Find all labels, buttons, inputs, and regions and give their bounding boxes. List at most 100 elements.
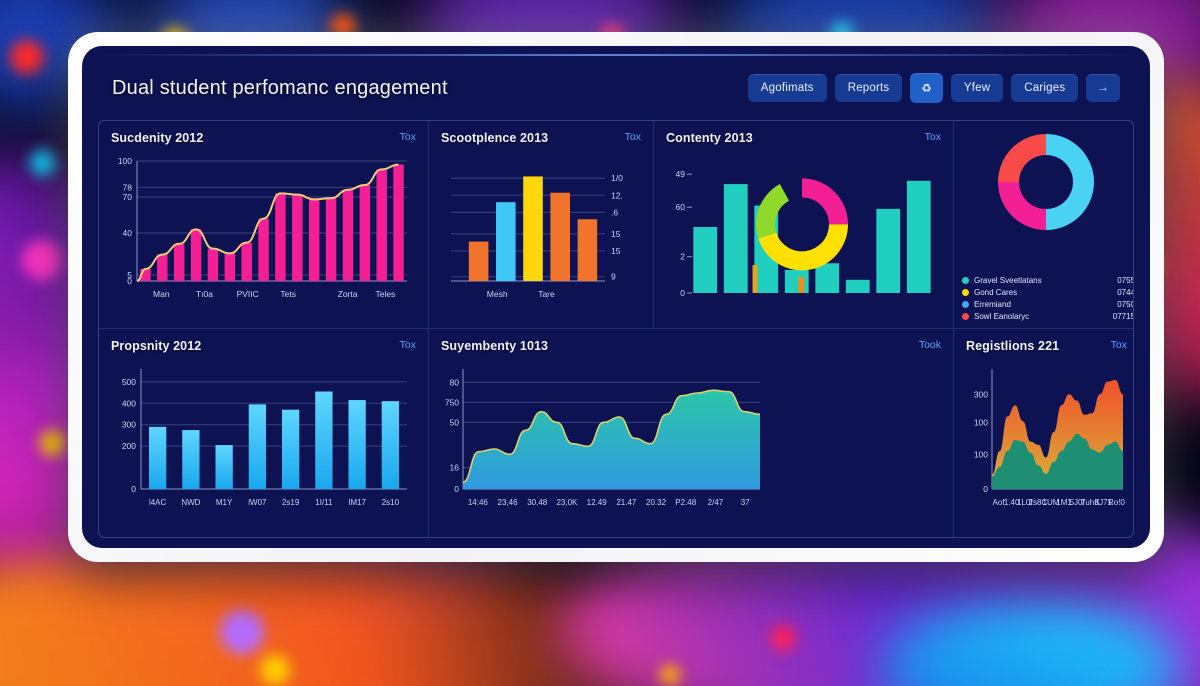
agofimats-button[interactable]: Agofimats	[747, 74, 827, 102]
axis-tick-label: 40	[123, 228, 133, 238]
panel-scootplence-2013: Scootplence 2013 Tox 1/0 12. .6 15 15 9 Mesh Ta…	[429, 121, 654, 329]
bar	[381, 401, 400, 489]
list-item[interactable]: Gond Cares 0744	[962, 288, 1134, 297]
panel-link[interactable]: Took	[919, 339, 941, 351]
panel-link[interactable]: Tox	[925, 131, 941, 143]
legend-label: Gond Cares	[974, 288, 1018, 297]
axis-tick-label: 0	[131, 484, 136, 494]
axis-tick-label: M1Y	[216, 498, 233, 507]
axis-tick-label: 50	[450, 417, 460, 427]
legend-label: Gravel Sveetlatans	[974, 276, 1042, 285]
panel-sucdenity-2012: Sucdenity 2012 Tox 100 78 70 40 5 0 Man Tı0a PVI…	[99, 121, 429, 329]
axis-tick-label: 16	[450, 463, 460, 473]
axis-tick-label: 0	[454, 484, 459, 494]
bar-accent	[752, 265, 758, 293]
area-fill	[463, 390, 760, 489]
panel-contenty-2013: Contenty 2013 Tox 49 60 2 0	[654, 121, 954, 329]
panel-link[interactable]: Tox	[400, 339, 416, 351]
bar	[281, 409, 300, 489]
axis-tick-label: 70	[123, 192, 133, 202]
axis-tick-label: 500	[122, 377, 136, 387]
axis-tick-label: 2	[680, 252, 685, 262]
legend-color-swatch	[962, 289, 969, 296]
axis-tick-label: 78	[123, 182, 133, 192]
panel-suyembenty-1013: Suyembenty 1013 Took 80 750 50 16 0 14:46 23,4…	[429, 329, 954, 537]
axis-tick-label: Tets	[280, 289, 296, 299]
chart-svg: 500 400 300 200 0 l4AC NWD M1Y lW07 2s19 1I/11 IM17…	[122, 369, 407, 507]
axis-tick-label: NWD	[181, 498, 200, 507]
bar	[308, 199, 320, 281]
panel-title: Sucdenity 2012	[111, 131, 204, 145]
bg-bokeh-dot	[220, 610, 264, 654]
bg-bokeh-dot	[40, 430, 66, 456]
axis-tick-label: 300	[974, 389, 988, 399]
panel-header: Registlions 221 Tox	[966, 339, 1127, 353]
panel-title: Scootplence 2013	[441, 131, 549, 145]
donut-svg	[998, 134, 1094, 230]
list-item[interactable]: Gravel Sveetlatans 0755	[962, 276, 1133, 285]
panel-title: Suyembenty 1013	[441, 339, 549, 353]
panel-header: Sucdenity 2012 Tox	[111, 131, 416, 145]
panel-header: Scootplence 2013 Tox	[441, 131, 641, 145]
bar	[523, 176, 543, 281]
bar	[148, 426, 167, 489]
axis-tick-label: 80	[450, 377, 460, 387]
bg-bokeh-dot	[22, 240, 62, 280]
chart-scootplence-2013: 1/0 12. .6 15 15 9 Mesh Tare	[441, 155, 641, 322]
axis-tick-label: Tare	[538, 289, 555, 299]
bar	[815, 263, 840, 293]
donut-segment	[802, 178, 848, 225]
chart-suyembenty-1013: 80 750 50 16 0 14:46 23,46 30.48 23,0K 12.49 21.47…	[441, 363, 941, 531]
bar	[577, 219, 598, 281]
axis-tick-label: 21.47	[616, 498, 637, 507]
panel-header: Suyembenty 1013 Took	[441, 339, 941, 353]
bar	[215, 445, 233, 489]
bar	[190, 229, 202, 281]
donut-legend: Gravel Sveetlatans 0755 Gond Cares 0744 …	[962, 276, 1134, 324]
legend-label: Sowl Eanolaryc	[974, 312, 1030, 321]
axis-tick-label: 1I/11	[315, 498, 333, 507]
panel-header: Propsnity 2012 Tox	[111, 339, 416, 353]
axis-tick-label: 1/0	[611, 173, 623, 183]
bar-accent	[798, 277, 805, 293]
bar	[348, 400, 366, 489]
legend-color-swatch	[962, 301, 969, 308]
axis-tick-label: Ro!0	[1108, 498, 1125, 507]
chart-svg: 80 750 50 16 0 14:46 23,46 30.48 23,0K 12.49 21.47…	[445, 369, 761, 507]
legend-color-swatch	[962, 277, 969, 284]
dashboard-header: Dual student perfomanc engagement Agofim…	[98, 60, 1134, 116]
axis-tick-label: 14:46	[468, 498, 489, 507]
bar	[182, 430, 200, 489]
chart-registlions-221: 300 100 100 0 Aof 1.40 1L0f 2s8C 1UM 1M1 5J0f 7uhK 3…	[966, 363, 1127, 531]
axis-tick-label: lW07	[248, 498, 267, 507]
list-item[interactable]: Erremiand 0750	[962, 300, 1133, 309]
axis-tick-label: Zorta	[338, 289, 358, 299]
bar	[393, 164, 404, 281]
axis-tick-label: 400	[122, 398, 136, 408]
chart-sucdenity-2012: 100 78 70 40 5 0 Man Tı0a PVIIC Tets Zorta Teles	[111, 155, 416, 322]
view-button[interactable]: Yfew	[950, 74, 1004, 102]
axis-tick-label: IM17	[348, 498, 366, 507]
axis-tick-label: 9	[611, 272, 616, 282]
reports-button[interactable]: Reports	[834, 74, 903, 102]
axis-tick-label: l4AC	[149, 498, 167, 507]
legend-value: 0744	[1117, 288, 1134, 297]
panel-title: Propsnity 2012	[111, 339, 202, 353]
dashboard: Dual student perfomanc engagement Agofim…	[82, 46, 1150, 548]
list-item[interactable]: Sowl Eanolaryc 07715	[962, 312, 1133, 321]
axis-tick-label: .6	[611, 207, 618, 217]
arrow-right-button[interactable]: →	[1086, 74, 1120, 102]
axis-tick-label: 23,0K	[556, 498, 578, 507]
panel-link[interactable]: Tox	[1111, 339, 1127, 351]
chart-svg: 3001001000Aof 1.401L0f2s8C1UM1M15J0f7uhK3…	[974, 369, 1125, 507]
refresh-icon-button[interactable]: ♻	[910, 73, 943, 103]
cariges-button[interactable]: Cariges	[1011, 74, 1079, 102]
axis-tick-label: PVIIC	[237, 289, 259, 299]
chart-svg: 1/0 12. .6 15 15 9 Mesh Tare	[451, 173, 623, 299]
donut-segment	[998, 182, 1046, 230]
panel-link[interactable]: Tox	[625, 131, 641, 143]
axis-tick-label: Teles	[375, 289, 395, 299]
panel-link[interactable]: Tox	[400, 131, 416, 143]
chart-donut-summary	[966, 127, 1127, 266]
axis-tick-label: 750	[445, 397, 459, 407]
